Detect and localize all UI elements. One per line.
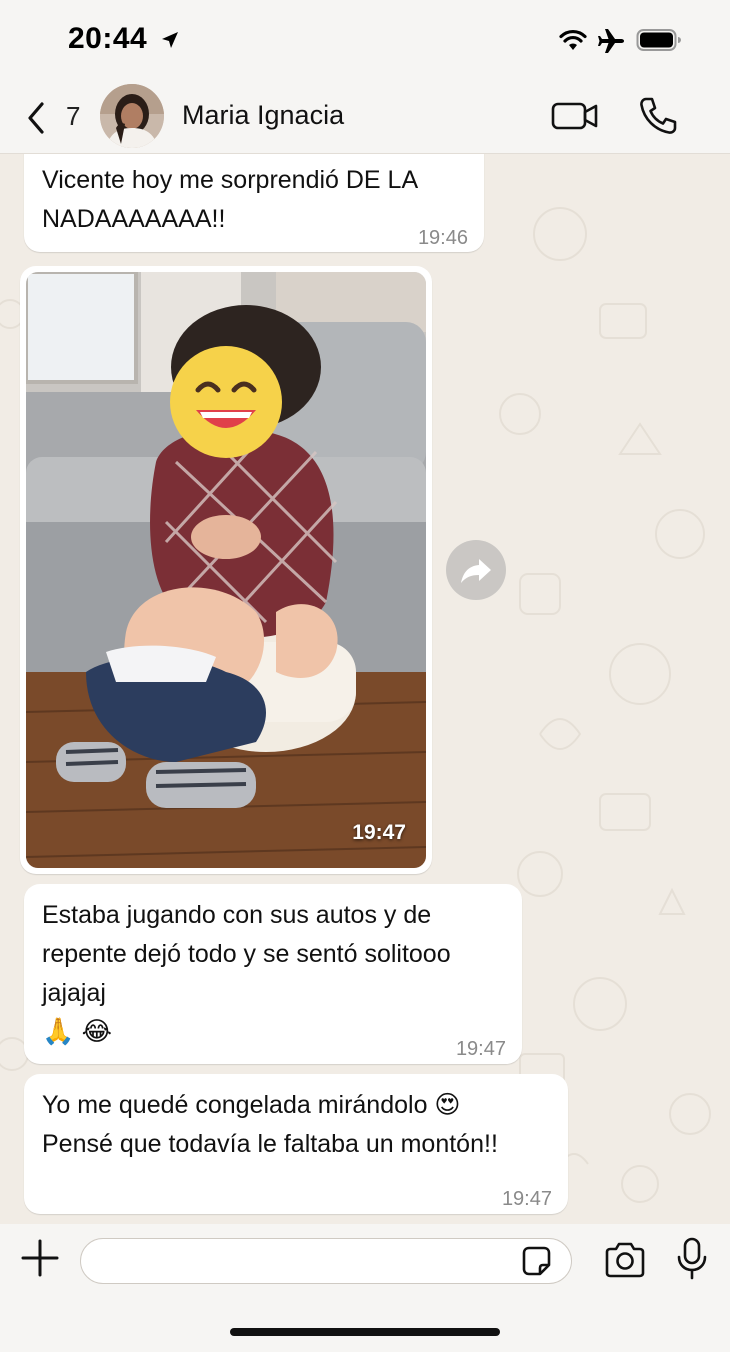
camera-button[interactable]: [602, 1239, 648, 1281]
chat-header: 7 Maria Ignacia: [0, 80, 730, 154]
message-text: Pensé que todavía le faltaba un montón!!: [42, 1130, 498, 1158]
microphone-icon: [677, 1237, 707, 1280]
status-time: 20:44: [68, 22, 148, 55]
back-button[interactable]: 7: [20, 98, 90, 138]
message-text: repente dejó todo y se sentó solitooo: [42, 940, 451, 968]
wifi-icon: [559, 29, 587, 50]
camera-icon: [605, 1242, 645, 1278]
message-time: 19:47: [501, 1188, 552, 1210]
microphone-button[interactable]: [674, 1236, 710, 1282]
unread-count: 7: [66, 101, 81, 131]
chat-screen: 20:44 7 Maria Ignacia Vicente hoy me sor…: [0, 0, 730, 1352]
voice-call-button[interactable]: [636, 94, 680, 138]
phone-icon: [640, 97, 677, 134]
message-input[interactable]: [80, 1238, 572, 1284]
message-time: 19:47: [352, 821, 406, 844]
photo-message[interactable]: 19:47: [20, 266, 432, 874]
contact-name[interactable]: Maria Ignacia: [182, 100, 344, 131]
message-text: NADAAAAAAA!!: [42, 205, 226, 233]
sticker-icon: [522, 1246, 551, 1276]
message-time: 19:46: [417, 227, 468, 249]
composer-bar: [0, 1224, 730, 1352]
home-indicator: [230, 1328, 500, 1336]
location-arrow-icon: [162, 32, 178, 48]
plus-icon: [21, 1239, 59, 1277]
message-bubble[interactable]: Buenasssss Vicente hoy me sorprendió DE …: [24, 154, 484, 252]
message-text: Yo me quedé congelada mirándolo 😍: [42, 1091, 461, 1119]
emoji-face-overlay: [170, 346, 282, 458]
message-bubble[interactable]: Estaba jugando con sus autos y de repent…: [24, 884, 522, 1064]
message-emojis: 🙏 😂: [42, 1016, 112, 1046]
message-time: 19:47: [455, 1038, 506, 1060]
message-text: Vicente hoy me sorprendió DE LA: [42, 166, 419, 194]
message-text: jajajaj: [42, 979, 106, 1007]
message-bubble[interactable]: Yo me quedé congelada mirándolo 😍 Pensé …: [24, 1074, 568, 1214]
photo-image: [26, 272, 426, 868]
chevron-left-icon: [28, 102, 44, 134]
message-list[interactable]: Buenasssss Vicente hoy me sorprendió DE …: [0, 154, 730, 1224]
photo[interactable]: 19:47: [26, 272, 426, 868]
attach-button[interactable]: [20, 1238, 60, 1278]
airplane-mode-icon: [598, 29, 624, 53]
forward-button[interactable]: [446, 540, 506, 600]
message-text: Estaba jugando con sus autos y de: [42, 901, 432, 929]
video-call-button[interactable]: [550, 96, 600, 136]
avatar[interactable]: [100, 84, 164, 148]
status-bar: 20:44: [0, 0, 730, 80]
sticker-button[interactable]: [518, 1243, 554, 1279]
battery-icon: [636, 29, 681, 51]
avatar-image: [100, 84, 164, 148]
forward-icon: [461, 559, 491, 583]
video-camera-icon: [551, 102, 598, 130]
